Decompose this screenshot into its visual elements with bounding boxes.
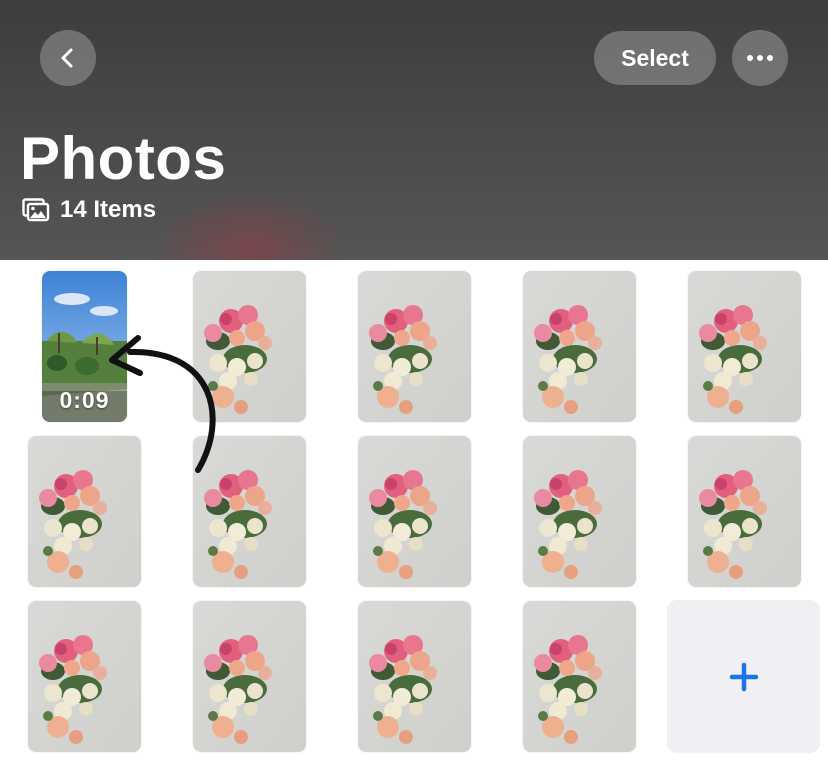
video-thumbnail[interactable]: 0:09 bbox=[42, 271, 127, 422]
plus-icon bbox=[729, 662, 758, 691]
item-count-label: 14 Items bbox=[60, 196, 157, 223]
photo-thumbnail[interactable] bbox=[28, 436, 141, 587]
photo-thumbnail[interactable] bbox=[193, 271, 306, 422]
album-header: Select Photos 14 Items bbox=[0, 0, 828, 260]
flower-bouquet-image bbox=[28, 436, 141, 587]
flower-bouquet-image bbox=[28, 601, 141, 752]
photo-thumbnail[interactable] bbox=[688, 436, 801, 587]
more-options-button[interactable] bbox=[732, 30, 788, 86]
photo-thumbnail[interactable] bbox=[358, 271, 471, 422]
photo-thumbnail[interactable] bbox=[358, 436, 471, 587]
photo-thumbnail[interactable] bbox=[193, 601, 306, 752]
back-button[interactable] bbox=[40, 30, 96, 86]
photo-stack-icon bbox=[22, 198, 50, 222]
photo-thumbnail[interactable] bbox=[28, 601, 141, 752]
photo-thumbnail[interactable] bbox=[358, 601, 471, 752]
select-button[interactable]: Select bbox=[594, 31, 716, 85]
flower-bouquet-image bbox=[523, 601, 636, 752]
add-photo-button[interactable] bbox=[667, 600, 820, 753]
item-count: 14 Items bbox=[22, 196, 156, 224]
flower-bouquet-image bbox=[688, 271, 801, 422]
flower-bouquet-image bbox=[193, 271, 306, 422]
chevron-left-icon bbox=[61, 48, 73, 68]
photo-thumbnail[interactable] bbox=[193, 436, 306, 587]
flower-bouquet-image bbox=[688, 436, 801, 587]
photo-thumbnail[interactable] bbox=[688, 271, 801, 422]
page-title: Photos bbox=[20, 125, 227, 192]
flower-bouquet-image bbox=[193, 436, 306, 587]
ellipsis-icon bbox=[747, 55, 773, 61]
flower-bouquet-image bbox=[358, 601, 471, 752]
flower-bouquet-image bbox=[358, 271, 471, 422]
flower-bouquet-image bbox=[523, 436, 636, 587]
photo-thumbnail[interactable] bbox=[523, 601, 636, 752]
flower-bouquet-image bbox=[193, 601, 306, 752]
flower-bouquet-image bbox=[523, 271, 636, 422]
flower-bouquet-image bbox=[358, 436, 471, 587]
video-duration: 0:09 bbox=[59, 387, 110, 413]
photo-thumbnail[interactable] bbox=[523, 436, 636, 587]
photo-thumbnail[interactable] bbox=[523, 271, 636, 422]
header-backdrop bbox=[150, 190, 350, 260]
